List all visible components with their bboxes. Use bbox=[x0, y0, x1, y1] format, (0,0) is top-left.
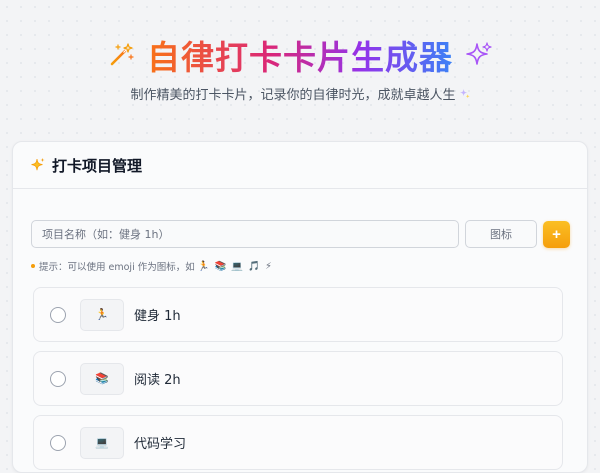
subtitle-row: 制作精美的打卡卡片，记录你的自律时光，成就卓越人生 bbox=[0, 84, 600, 103]
check-circle[interactable] bbox=[50, 306, 66, 323]
item-icon-input[interactable] bbox=[465, 220, 537, 248]
check-circle[interactable] bbox=[50, 370, 66, 387]
hint-icon-examples: 🏃 📚 💻 🎵 ⚡ bbox=[197, 260, 273, 272]
item-icon: 💻 bbox=[80, 426, 124, 459]
hint-label: 提示：可以使用 emoji 作为图标，如 bbox=[39, 262, 195, 273]
hint-text: 提示：可以使用 emoji 作为图标，如 🏃 📚 💻 🎵 ⚡ bbox=[31, 259, 273, 273]
item-icon: 🏃 bbox=[80, 298, 124, 331]
checkin-item[interactable]: 🏃 健身 1h bbox=[33, 287, 563, 342]
checkin-manage-card: 打卡项目管理 + 提示：可以使用 emoji 作为图标，如 🏃 📚 💻 🎵 ⚡ … bbox=[12, 141, 588, 473]
item-icon: 📚 bbox=[80, 362, 124, 395]
checkin-item[interactable]: 📚 阅读 2h bbox=[33, 351, 563, 406]
item-label: 阅读 2h bbox=[134, 373, 181, 388]
card-title: 打卡项目管理 bbox=[52, 156, 143, 175]
add-item-form: + bbox=[31, 220, 570, 248]
card-header: 打卡项目管理 bbox=[13, 142, 587, 189]
sparkles-icon bbox=[465, 41, 493, 69]
check-circle[interactable] bbox=[50, 434, 66, 451]
magic-wand-icon bbox=[107, 41, 135, 69]
sparkles-icon bbox=[30, 157, 46, 173]
title-row: 自律打卡卡片生成器 bbox=[0, 32, 600, 78]
hint-dot-icon bbox=[31, 264, 35, 268]
page-header: 自律打卡卡片生成器 制作精美的打卡卡片，记录你的自律时光，成就卓越人生 bbox=[0, 32, 600, 103]
checkin-item[interactable]: 💻 代码学习 bbox=[33, 415, 563, 470]
item-label: 代码学习 bbox=[134, 437, 187, 452]
item-label: 健身 1h bbox=[134, 309, 181, 324]
app-title: 自律打卡卡片生成器 bbox=[147, 31, 453, 79]
app-subtitle: 制作精美的打卡卡片，记录你的自律时光，成就卓越人生 bbox=[130, 88, 456, 103]
item-name-input[interactable] bbox=[31, 220, 459, 248]
add-item-button[interactable]: + bbox=[543, 220, 570, 248]
sparkles-icon bbox=[459, 88, 470, 99]
